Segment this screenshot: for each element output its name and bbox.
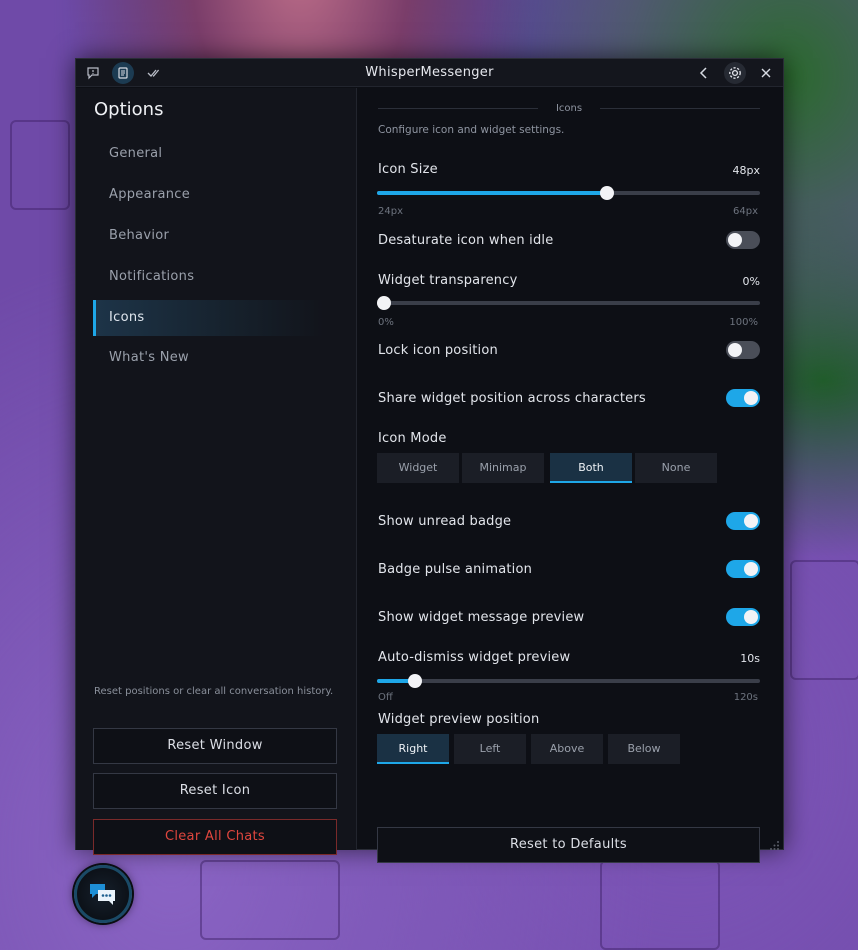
slider-thumb[interactable]: [377, 296, 391, 310]
widget-transparency-slider[interactable]: [377, 296, 760, 310]
reset-window-button[interactable]: Reset Window: [93, 728, 337, 764]
widget-message-preview-toggle[interactable]: [726, 608, 760, 626]
widget-transparency-label: Widget transparency: [378, 273, 518, 288]
reset-icon-button[interactable]: Reset Icon: [93, 773, 337, 809]
desaturate-toggle[interactable]: [726, 231, 760, 249]
widget-preview-position-label: Widget preview position: [378, 712, 540, 727]
share-widget-position-label: Share widget position across characters: [378, 391, 646, 406]
chat-bubbles-icon: [90, 884, 115, 905]
sidebar-item-icons[interactable]: Icons: [93, 300, 323, 336]
auto-dismiss-value: 10s: [740, 652, 760, 665]
background-tile: [790, 560, 858, 680]
icon-mode-minimap[interactable]: Minimap: [462, 453, 544, 483]
lock-icon-position-toggle[interactable]: [726, 341, 760, 359]
icon-size-max: 64px: [733, 206, 758, 217]
widget-message-preview-label: Show widget message preview: [378, 610, 585, 625]
preview-position-below[interactable]: Below: [608, 734, 680, 764]
slider-thumb[interactable]: [408, 674, 423, 688]
preview-position-left[interactable]: Left: [454, 734, 526, 764]
title-bar[interactable]: WhisperMessenger: [76, 59, 783, 87]
auto-dismiss-slider[interactable]: [377, 674, 760, 688]
icons-settings-panel: Icons Configure icon and widget settings…: [358, 88, 783, 863]
background-tile: [200, 860, 340, 940]
badge-pulse-toggle[interactable]: [726, 560, 760, 578]
gear-icon[interactable]: [724, 62, 746, 84]
auto-dismiss-label: Auto-dismiss widget preview: [378, 650, 571, 665]
sidebar-item-notifications[interactable]: Notifications: [93, 259, 323, 295]
background-tile: [10, 120, 70, 210]
share-widget-position-toggle[interactable]: [726, 389, 760, 407]
preview-position-right[interactable]: Right: [377, 734, 449, 764]
icon-mode-widget[interactable]: Widget: [377, 453, 459, 483]
chat-bubble-icon[interactable]: [82, 62, 104, 84]
icon-mode-both[interactable]: Both: [550, 453, 632, 483]
window-title: WhisperMessenger: [365, 65, 494, 80]
background-tile: [600, 860, 720, 950]
whisper-messenger-window: WhisperMessenger Options General Appeara…: [75, 58, 784, 863]
transparency-min: 0%: [378, 317, 394, 328]
close-icon[interactable]: [755, 62, 777, 84]
icon-size-label: Icon Size: [378, 162, 438, 177]
icon-mode-none[interactable]: None: [635, 453, 717, 483]
sidebar-title: Options: [94, 99, 164, 120]
clear-all-chats-button[interactable]: Clear All Chats: [93, 819, 337, 855]
chevron-left-icon[interactable]: [693, 62, 715, 84]
auto-dismiss-min: Off: [378, 692, 393, 703]
badge-pulse-label: Badge pulse animation: [378, 562, 533, 577]
show-unread-badge-label: Show unread badge: [378, 514, 512, 529]
section-header: Icons: [378, 103, 760, 115]
widget-transparency-value: 0%: [742, 275, 760, 288]
preview-position-above[interactable]: Above: [531, 734, 603, 764]
sidebar-item-appearance[interactable]: Appearance: [93, 177, 323, 213]
icon-size-value: 48px: [732, 164, 761, 177]
auto-dismiss-max: 120s: [733, 692, 758, 703]
double-check-icon[interactable]: [143, 62, 165, 84]
show-unread-badge-toggle[interactable]: [726, 512, 760, 530]
transparency-max: 100%: [729, 317, 758, 328]
reset-note: Reset positions or clear all conversatio…: [94, 686, 334, 697]
minimap-chat-button[interactable]: [74, 865, 132, 923]
sidebar-item-whats-new[interactable]: What's New: [93, 340, 323, 376]
icon-size-min: 24px: [378, 206, 403, 217]
options-sidebar: Options General Appearance Behavior Noti…: [76, 88, 357, 855]
reset-to-defaults-button[interactable]: Reset to Defaults: [377, 827, 760, 863]
icon-mode-label: Icon Mode: [378, 431, 447, 446]
slider-thumb[interactable]: [599, 186, 614, 200]
sidebar-item-general[interactable]: General: [93, 136, 323, 172]
sidebar-item-behavior[interactable]: Behavior: [93, 218, 323, 254]
icon-size-slider[interactable]: [377, 186, 760, 200]
section-description: Configure icon and widget settings.: [378, 124, 565, 136]
desaturate-label: Desaturate icon when idle: [378, 233, 554, 248]
scroll-icon[interactable]: [112, 62, 134, 84]
resize-grip-icon[interactable]: [770, 836, 780, 850]
lock-icon-position-label: Lock icon position: [378, 343, 498, 358]
